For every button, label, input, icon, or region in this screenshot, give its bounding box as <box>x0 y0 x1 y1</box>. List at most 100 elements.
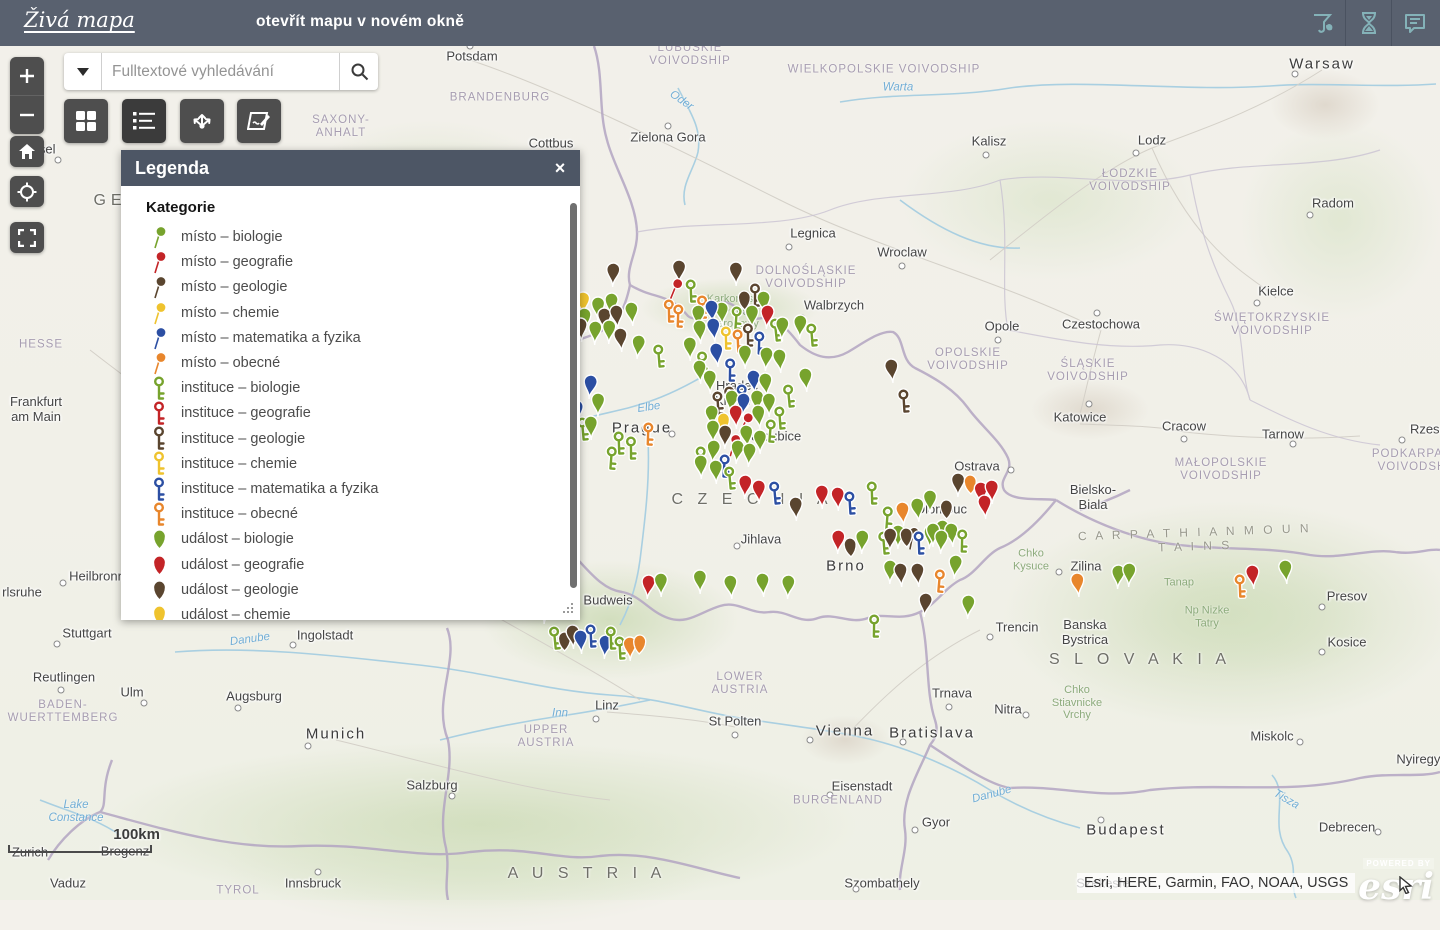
legend-item: místo – obecné <box>146 350 280 376</box>
search-button[interactable] <box>339 53 378 90</box>
search-bar <box>64 53 378 90</box>
legend-header[interactable]: Legenda × <box>121 150 580 186</box>
map-marker-biologie[interactable] <box>944 552 967 586</box>
map-attribution: Esri, HERE, Garmin, FAO, NOAA, USGS <box>1077 873 1355 893</box>
legend-item: instituce – obecné <box>146 501 298 527</box>
legend-item: místo – geografie <box>146 249 293 275</box>
legend-item-label: instituce – biologie <box>172 380 300 396</box>
map-marker-matematika[interactable] <box>765 479 787 513</box>
map-marker-matematika[interactable] <box>840 489 861 522</box>
search-source-dropdown[interactable] <box>64 53 102 90</box>
close-icon[interactable]: × <box>540 158 580 179</box>
fullscreen-button[interactable] <box>10 222 44 253</box>
basemap-gallery-button[interactable] <box>64 99 108 143</box>
pushpin-icon <box>146 351 172 375</box>
legend-item-label: událost – geografie <box>172 557 304 573</box>
map-marker-geologie[interactable] <box>785 495 806 528</box>
map-marker-biologie[interactable] <box>622 435 641 467</box>
map-marker-biologie[interactable] <box>1275 557 1298 591</box>
open-map-new-window-link[interactable]: otevřít mapu v novém okně <box>256 13 464 31</box>
map-marker-biologie[interactable] <box>851 528 872 561</box>
map-marker-biologie[interactable] <box>581 414 602 447</box>
zoom-in-button[interactable] <box>10 57 44 95</box>
legend-item: událost – geografie <box>146 552 304 578</box>
map-marker-biologie[interactable] <box>627 332 650 366</box>
map-marker-biologie[interactable] <box>957 593 978 626</box>
locate-button[interactable] <box>10 176 44 207</box>
measure-button[interactable] <box>237 99 281 143</box>
scale-bar: 100km <box>8 826 160 853</box>
key-icon <box>146 400 172 427</box>
legend-item: místo – chemie <box>146 300 279 326</box>
home-control <box>10 136 44 167</box>
top-bar: Živá mapa otevřít mapu v novém okně <box>0 0 1440 46</box>
map-marker-biologie[interactable] <box>802 321 823 354</box>
key-icon <box>146 450 172 477</box>
map-marker-obecne[interactable] <box>668 303 688 336</box>
legend-item: událost – geologie <box>146 577 299 603</box>
legend-item-label: místo – geologie <box>172 279 287 295</box>
map-marker-geologie[interactable] <box>894 387 915 420</box>
esri-brand: esri <box>1358 871 1434 903</box>
map-marker-geologie[interactable] <box>602 261 623 294</box>
search-input[interactable] <box>102 53 339 90</box>
legend-item: místo – biologie <box>146 224 283 250</box>
app-logo[interactable]: Živá mapa <box>24 8 135 32</box>
map-marker-biologie[interactable] <box>738 440 760 473</box>
legend-item-label: instituce – obecné <box>172 506 298 522</box>
map-marker-biologie[interactable] <box>1118 561 1139 594</box>
zoom-out-button[interactable] <box>10 96 44 134</box>
legend-item-label: instituce – matematika a fyzika <box>172 481 378 497</box>
event-icon <box>146 554 172 576</box>
event-icon <box>146 528 172 550</box>
map-marker-biologie[interactable] <box>752 570 774 603</box>
legend-resize-handle[interactable] <box>563 603 575 615</box>
map-marker-obecne[interactable] <box>638 421 658 454</box>
hourglass-icon[interactable] <box>1345 0 1391 46</box>
map-marker-biologie[interactable] <box>651 571 672 603</box>
map-marker-biologie[interactable] <box>777 573 798 606</box>
legend-item-label: místo – chemie <box>172 305 279 321</box>
legend-scrollbar[interactable] <box>570 203 577 588</box>
legend-item: instituce – chemie <box>146 451 297 477</box>
key-icon <box>146 425 172 452</box>
home-button[interactable] <box>10 136 44 167</box>
fullscreen-control <box>10 222 44 253</box>
map-marker-geografie[interactable] <box>1242 562 1265 596</box>
legend-item: místo – geologie <box>146 274 287 300</box>
map-marker-biologie[interactable] <box>865 613 885 645</box>
legend-button[interactable] <box>122 99 166 143</box>
legend-section-title: Kategorie <box>121 186 580 216</box>
legend-title: Legenda <box>121 158 540 179</box>
legend-item: událost – biologie <box>146 526 294 552</box>
map-marker-biologie[interactable] <box>690 568 711 600</box>
pushpin-icon <box>146 301 172 325</box>
map-marker-geologie[interactable] <box>907 560 929 593</box>
pushpin-icon <box>146 326 172 350</box>
map-marker-obecne[interactable] <box>1067 570 1090 604</box>
cursor-icon <box>1398 876 1414 899</box>
locate-control <box>10 176 44 207</box>
event-icon <box>146 579 172 601</box>
esri-logo: POWERED BY esri <box>1358 853 1434 903</box>
legend-panel: Legenda × Kategorie místo – biologiemíst… <box>121 150 580 620</box>
filter-icon[interactable] <box>1300 0 1345 46</box>
legend-item-label: instituce – geologie <box>172 431 305 447</box>
pushpin-icon <box>146 275 172 299</box>
map-marker-geologie[interactable] <box>880 526 901 558</box>
map-marker-obecne[interactable] <box>630 633 648 661</box>
map-marker-geologie[interactable] <box>881 356 904 390</box>
legend-item: instituce – geologie <box>146 426 305 452</box>
share-button[interactable] <box>180 99 224 143</box>
legend-item-label: instituce – chemie <box>172 456 297 472</box>
map-marker-geologie[interactable] <box>726 260 747 292</box>
legend-item-label: místo – obecné <box>172 355 280 371</box>
feedback-icon[interactable] <box>1391 0 1437 46</box>
map-marker-biologie[interactable] <box>649 342 670 375</box>
pushpin-icon <box>146 250 172 274</box>
map-marker-geografie[interactable] <box>974 492 996 525</box>
map-marker-biologie[interactable] <box>601 444 622 477</box>
map-marker-biologie[interactable] <box>795 365 818 399</box>
map-marker-biologie[interactable] <box>720 572 743 606</box>
map-marker-geologie[interactable] <box>914 590 937 624</box>
